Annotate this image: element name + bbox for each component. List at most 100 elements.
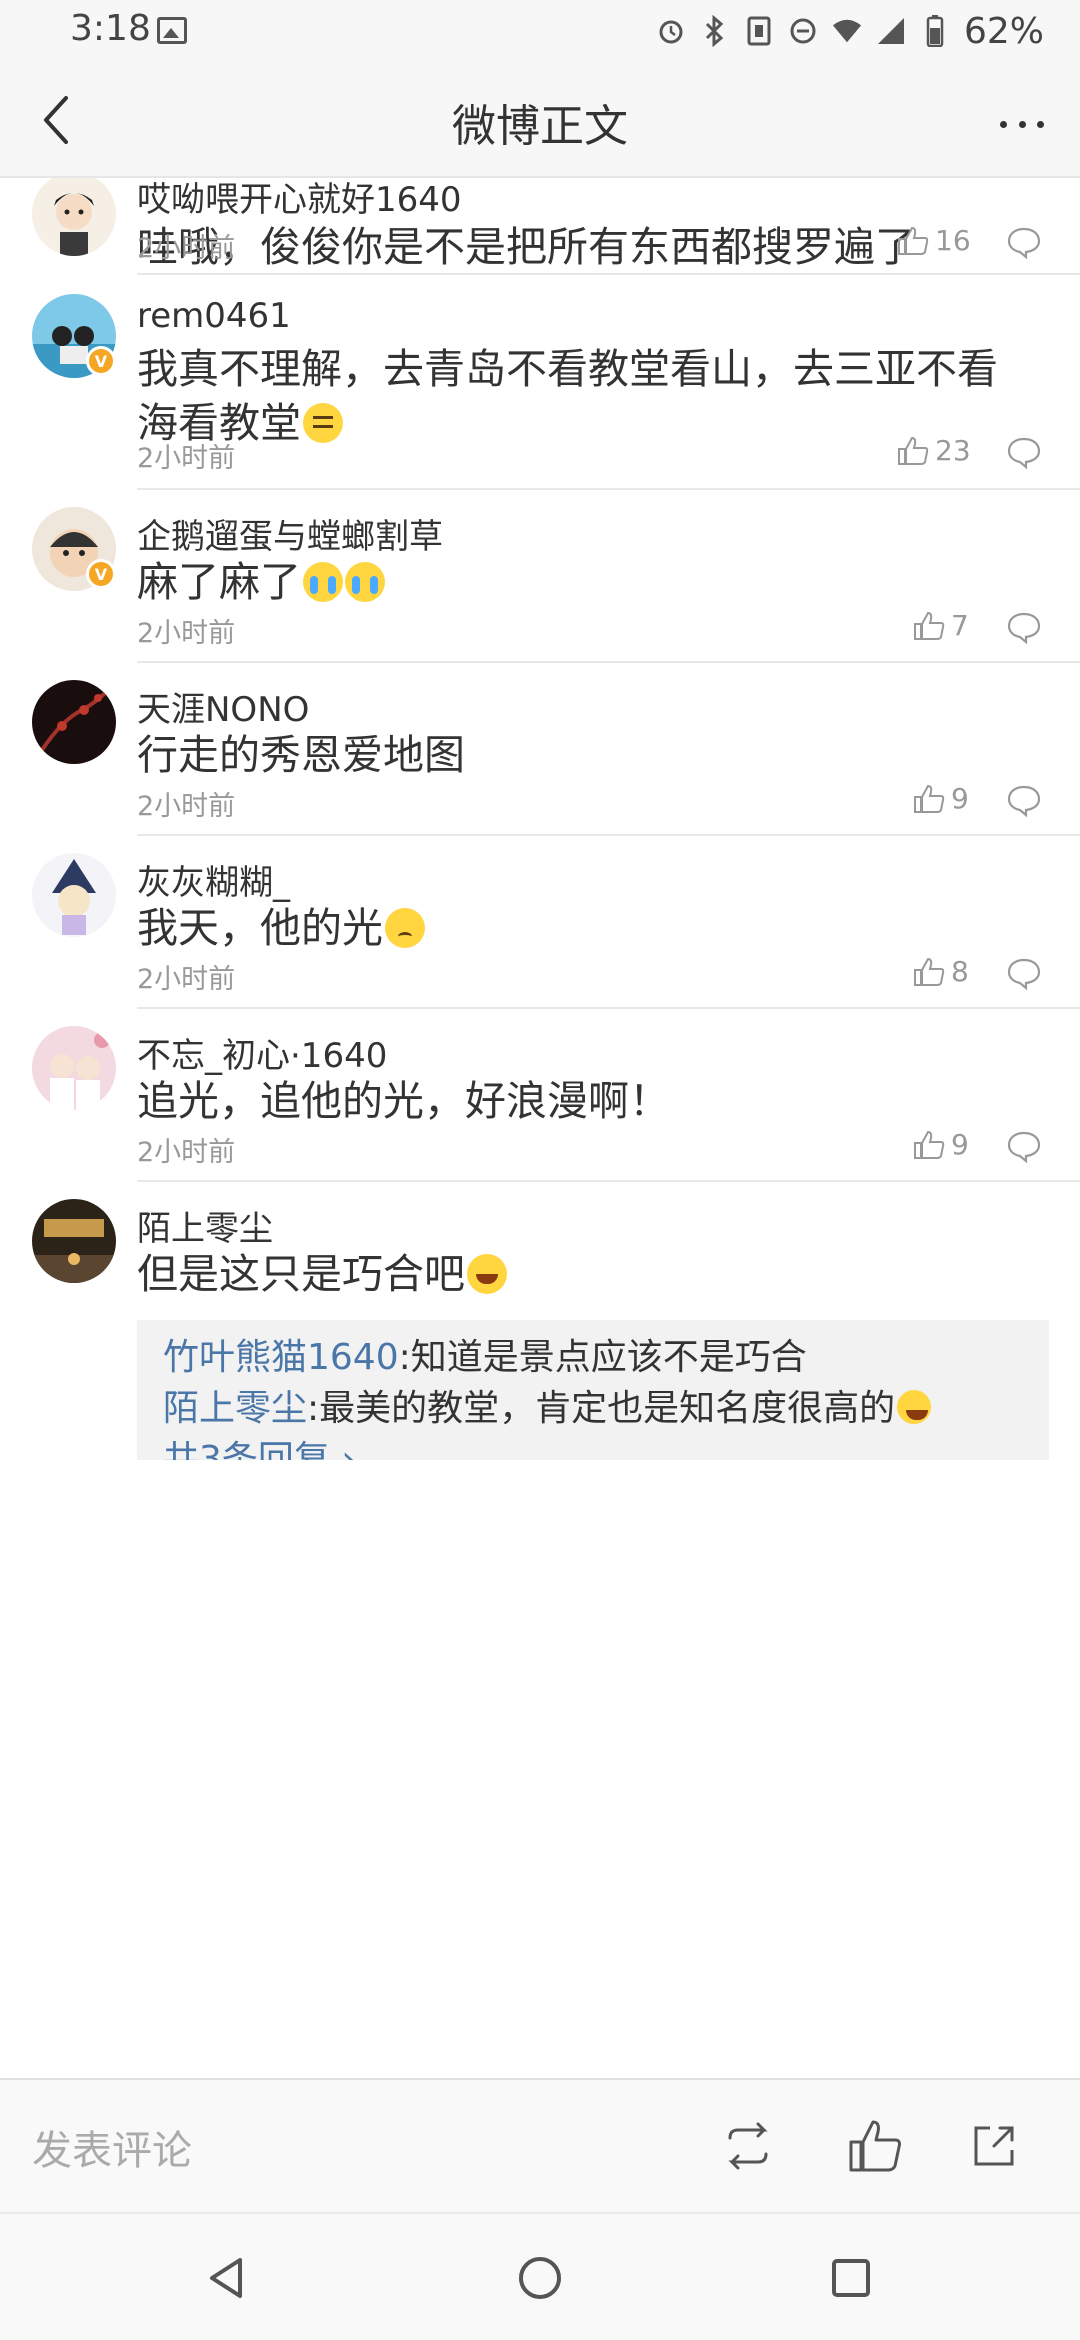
emoji-icon bbox=[385, 908, 425, 948]
comment-username[interactable]: 天涯NONO bbox=[137, 682, 309, 731]
repost-button[interactable] bbox=[718, 2116, 778, 2176]
comment-bubble-icon bbox=[1007, 1131, 1041, 1164]
like-button[interactable]: 9 bbox=[913, 782, 969, 815]
reply-button[interactable] bbox=[1006, 436, 1042, 470]
repost-icon bbox=[728, 2122, 768, 2170]
comment-text: 麻了麻了 bbox=[137, 555, 1027, 609]
reply-username[interactable]: 竹叶熊猫1640 bbox=[163, 1337, 399, 1378]
comment-username[interactable]: 不忘_初心·1640 bbox=[137, 1028, 387, 1077]
more-dot-icon bbox=[1018, 120, 1026, 128]
page-title: 微博正文 bbox=[452, 101, 628, 152]
square-recents-icon bbox=[832, 2259, 870, 2297]
more-dot-icon bbox=[1037, 120, 1044, 128]
verified-badge-icon: V bbox=[86, 559, 116, 589]
system-nav-bar bbox=[0, 2212, 1080, 2340]
thumb-up-icon bbox=[898, 226, 929, 255]
comment-bubble-icon bbox=[1007, 958, 1041, 991]
reply-text: :知道是景点应该不是巧合 bbox=[398, 1337, 807, 1378]
comment-text: 我真不理解，去青岛不看教堂看山，去三亚不看海看教堂 bbox=[137, 345, 998, 447]
reply-text: :最美的教堂，肯定也是知名度很高的 bbox=[307, 1388, 896, 1429]
thumb-up-icon bbox=[914, 957, 945, 986]
emoji-icon bbox=[467, 1254, 507, 1294]
nav-bar: 微博正文 bbox=[0, 62, 1080, 178]
avatar[interactable] bbox=[32, 178, 116, 256]
like-button[interactable]: 8 bbox=[913, 955, 969, 988]
dnd-icon bbox=[788, 14, 818, 48]
reply-button[interactable] bbox=[1006, 957, 1042, 991]
comment-text: 但是这只是巧合吧 bbox=[137, 1247, 1027, 1301]
comment-bubble-icon bbox=[1007, 612, 1041, 645]
emoji-icon bbox=[345, 562, 385, 602]
more-replies-link[interactable]: 共3条回复 › bbox=[163, 1434, 1023, 1460]
emoji-icon bbox=[897, 1390, 932, 1424]
like-count: 7 bbox=[951, 609, 969, 642]
emoji-icon bbox=[303, 562, 343, 602]
comment-time: 2小时前 bbox=[137, 618, 236, 649]
thumb-up-icon bbox=[849, 2120, 901, 2172]
like-count: 23 bbox=[935, 434, 971, 467]
nav-back-button[interactable] bbox=[202, 2252, 254, 2304]
replies-box[interactable]: 竹叶熊猫1640:知道是景点应该不是巧合 陌上零尘:最美的教堂，肯定也是知名度很… bbox=[137, 1320, 1049, 1460]
circle-home-icon bbox=[519, 2257, 561, 2299]
avatar[interactable] bbox=[32, 1199, 116, 1283]
reply-button[interactable] bbox=[1006, 1130, 1042, 1164]
bluetooth-icon bbox=[700, 14, 730, 48]
divider bbox=[137, 834, 1080, 836]
comment-time: 2小时前 bbox=[137, 233, 236, 264]
signal-icon bbox=[876, 14, 906, 48]
reply-username[interactable]: 陌上零尘 bbox=[163, 1388, 307, 1429]
nav-recents-button[interactable] bbox=[825, 2252, 877, 2304]
reply-line: 陌上零尘:最美的教堂，肯定也是知名度很高的 bbox=[163, 1383, 1023, 1434]
comment-username[interactable]: 企鹅遛蛋与螳螂割草 bbox=[137, 509, 443, 558]
divider bbox=[137, 1180, 1080, 1182]
comment-text: 哇哦，俊俊你是不是把所有东西都搜罗遍了 bbox=[137, 223, 916, 271]
divider bbox=[137, 273, 1080, 275]
avatar[interactable] bbox=[32, 853, 116, 937]
triangle-back-icon bbox=[210, 2258, 242, 2298]
more-button[interactable] bbox=[992, 94, 1052, 154]
alarm-icon bbox=[656, 14, 686, 48]
like-count: 9 bbox=[951, 1128, 969, 1161]
divider bbox=[137, 661, 1080, 663]
comment-time: 2小时前 bbox=[137, 443, 236, 474]
comment-time: 2小时前 bbox=[137, 964, 236, 995]
comment-time: 2小时前 bbox=[137, 791, 236, 822]
action-bar: 发表评论 bbox=[0, 2078, 1080, 2212]
like-button[interactable]: 23 bbox=[897, 434, 971, 467]
comment-text: 我天，他的光 bbox=[137, 901, 1027, 955]
comment-username[interactable]: 哎呦喂开心就好1640 bbox=[137, 178, 462, 221]
image-icon bbox=[157, 17, 187, 44]
thumb-up-icon bbox=[914, 611, 945, 640]
reply-button[interactable] bbox=[1006, 611, 1042, 645]
reply-button[interactable] bbox=[1006, 226, 1042, 260]
like-post-button[interactable] bbox=[845, 2116, 905, 2176]
reply-button[interactable] bbox=[1006, 784, 1042, 818]
comment-username[interactable]: rem0461 bbox=[137, 296, 291, 336]
battery-icon bbox=[920, 14, 950, 48]
comment-input[interactable]: 发表评论 bbox=[32, 2118, 192, 2176]
like-button[interactable]: 7 bbox=[913, 609, 969, 642]
avatar[interactable] bbox=[32, 680, 116, 764]
comment-bubble-icon bbox=[1007, 227, 1041, 260]
like-button[interactable]: 9 bbox=[913, 1128, 969, 1161]
comment-username[interactable]: 陌上零尘 bbox=[137, 1201, 273, 1250]
battery-percent: 62% bbox=[963, 10, 1044, 52]
status-time: 3:18 bbox=[70, 8, 151, 49]
nav-home-button[interactable] bbox=[514, 2252, 566, 2304]
comment-username[interactable]: 灰灰糊糊_ bbox=[137, 855, 290, 904]
status-bar: 3:18 62% bbox=[0, 0, 1080, 62]
share-button[interactable] bbox=[964, 2116, 1024, 2176]
comment-list[interactable]: 哎呦喂开心就好1640 哇哦，俊俊你是不是把所有东西都搜罗遍了 2小时前 16 … bbox=[0, 178, 1080, 2080]
emoji-icon bbox=[303, 403, 343, 443]
thumb-up-icon bbox=[914, 784, 945, 813]
like-button[interactable]: 16 bbox=[897, 224, 971, 257]
like-count: 9 bbox=[951, 782, 969, 815]
comment-bubble-icon bbox=[1007, 437, 1041, 470]
comment-text: 追光，追他的光，好浪漫啊！ bbox=[137, 1077, 670, 1125]
thumb-up-icon bbox=[898, 436, 929, 465]
comment-bubble-icon bbox=[1007, 785, 1041, 818]
avatar[interactable] bbox=[32, 1026, 116, 1110]
like-count: 16 bbox=[935, 224, 971, 257]
divider bbox=[137, 488, 1080, 490]
comment-text: 行走的秀恩爱地图 bbox=[137, 731, 465, 779]
